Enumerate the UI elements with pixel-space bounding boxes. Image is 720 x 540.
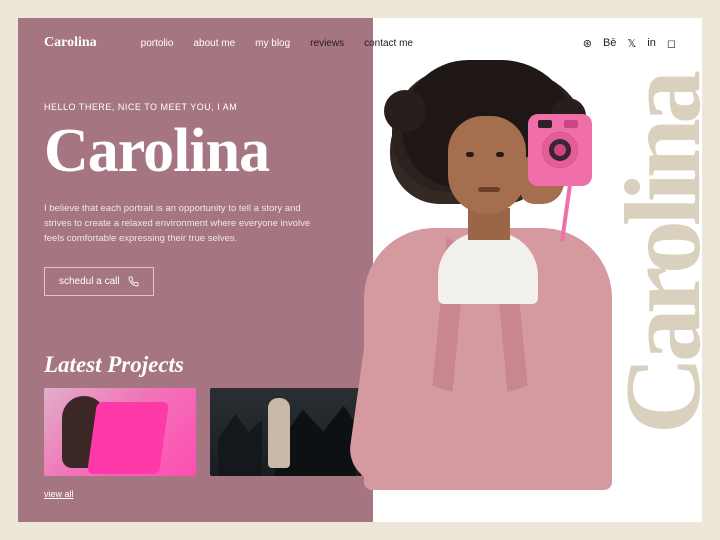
view-all-link[interactable]: view all <box>44 489 74 499</box>
page-canvas: Carolina Carolina portolio about me my b… <box>18 18 702 522</box>
project-thumb-1[interactable] <box>44 388 196 476</box>
camera-prop <box>528 114 592 186</box>
nav-reviews[interactable]: reviews <box>310 38 344 49</box>
main-nav: portolio about me my blog reviews contac… <box>141 38 413 49</box>
dribbble-icon[interactable]: ⊛ <box>583 37 592 50</box>
nav-blog[interactable]: my blog <box>255 38 290 49</box>
brand-logo[interactable]: Carolina <box>44 35 97 51</box>
nav-about[interactable]: about me <box>193 38 235 49</box>
schedule-call-button[interactable]: schedul a call <box>44 267 154 296</box>
behance-icon[interactable]: Bē <box>603 37 616 49</box>
social-links: ⊛ Bē 𝕏 in ◻ <box>583 37 676 50</box>
instagram-icon[interactable]: ◻ <box>667 37 676 50</box>
hero-portrait <box>308 60 628 490</box>
nav-contact[interactable]: contact me <box>364 38 413 49</box>
twitter-icon[interactable]: 𝕏 <box>627 37 636 50</box>
phone-icon <box>128 276 139 287</box>
linkedin-icon[interactable]: in <box>647 37 656 49</box>
nav-portfolio[interactable]: portolio <box>141 38 174 49</box>
cta-label: schedul a call <box>59 276 120 287</box>
hero-description: I believe that each portrait is an oppor… <box>44 201 324 247</box>
